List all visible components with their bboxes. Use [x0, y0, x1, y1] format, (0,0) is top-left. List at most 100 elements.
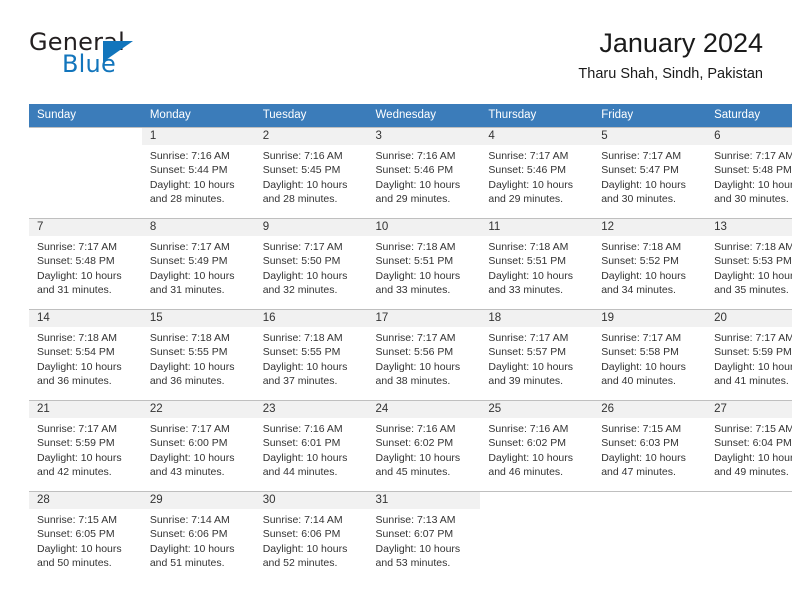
general-blue-logo[interactable]: General Blue	[29, 28, 249, 88]
calendar-day-cell[interactable]: 16 Sunrise: 7:18 AM Sunset: 5:55 PM Dayligh…	[254, 309, 368, 401]
sunset-text: Sunset: 5:46 PM	[488, 164, 567, 177]
sunrise-text: Sunrise: 7:18 AM	[375, 241, 456, 253]
day-number: 4	[480, 128, 594, 145]
weekday-header-row: Sunday Monday Tuesday Wednesday Thursday…	[29, 104, 792, 128]
sunset-text: Sunset: 5:58 PM	[601, 346, 679, 359]
calendar-day-cell[interactable]: 14 Sunrise: 7:18 AM Sunset: 5:54 PM Dayligh…	[29, 309, 142, 401]
daylight-text-line1: Daylight: 10 hours	[714, 451, 792, 464]
sunset-text: Sunset: 6:02 PM	[488, 437, 567, 450]
sunset-text: Sunset: 5:45 PM	[262, 164, 341, 177]
daylight-text-line2: and 33 minutes.	[488, 284, 564, 297]
daylight-text-line2: and 36 minutes.	[149, 375, 225, 388]
day-details: Sunrise: 7:13 AM Sunset: 6:07 PM Daylight:…	[368, 509, 481, 571]
daylight-text-line2: and 35 minutes.	[714, 284, 789, 297]
daylight-text-line1: Daylight: 10 hours	[149, 542, 235, 555]
calendar-day-cell[interactable]: 23 Sunrise: 7:16 AM Sunset: 6:01 PM Dayligh…	[254, 400, 368, 492]
calendar-day-cell[interactable]: 22 Sunrise: 7:17 AM Sunset: 6:00 PM Dayligh…	[141, 400, 255, 492]
page-subtitle: Tharu Shah, Sindh, Pakistan	[578, 66, 763, 82]
sunrise-text: Sunrise: 7:17 AM	[149, 423, 230, 435]
daylight-text-line2: and 46 minutes.	[488, 466, 564, 479]
sunrise-text: Sunrise: 7:16 AM	[262, 150, 343, 162]
calendar-day-cell[interactable]: 31 Sunrise: 7:13 AM Sunset: 6:07 PM Dayligh…	[367, 491, 481, 582]
sunrise-text: Sunrise: 7:14 AM	[262, 514, 343, 526]
daylight-text-line1: Daylight: 10 hours	[601, 451, 686, 464]
sunrise-text: Sunrise: 7:17 AM	[37, 241, 117, 253]
calendar-day-cell[interactable]: 10 Sunrise: 7:18 AM Sunset: 5:51 PM Dayligh…	[367, 218, 481, 310]
calendar-day-cell[interactable]: 30 Sunrise: 7:14 AM Sunset: 6:06 PM Dayligh…	[254, 491, 368, 582]
sunset-text: Sunset: 5:49 PM	[149, 255, 228, 268]
daylight-text-line2: and 40 minutes.	[601, 375, 676, 388]
calendar-week-row: 28 Sunrise: 7:15 AM Sunset: 6:05 PM Dayligh…	[29, 491, 792, 582]
calendar-day-cell[interactable]: 8 Sunrise: 7:17 AM Sunset: 5:49 PM Daylight…	[141, 218, 255, 310]
day-number: 25	[480, 401, 594, 418]
calendar-day-cell[interactable]: 27 Sunrise: 7:15 AM Sunset: 6:04 PM Dayligh…	[706, 400, 792, 492]
sunrise-text: Sunrise: 7:18 AM	[37, 332, 117, 344]
calendar-day-cell[interactable]: 20 Sunrise: 7:17 AM Sunset: 5:59 PM Dayligh…	[706, 309, 792, 401]
day-details: Sunrise: 7:17 AM Sunset: 5:57 PM Daylight:…	[480, 327, 593, 389]
calendar-day-cell[interactable]: 17 Sunrise: 7:17 AM Sunset: 5:56 PM Dayligh…	[367, 309, 481, 401]
calendar-day-cell[interactable]: 21 Sunrise: 7:17 AM Sunset: 5:59 PM Dayligh…	[29, 400, 142, 492]
day-details: Sunrise: 7:17 AM Sunset: 5:48 PM Daylight:…	[706, 145, 792, 207]
calendar-day-cell[interactable]: 24 Sunrise: 7:16 AM Sunset: 6:02 PM Dayligh…	[367, 400, 481, 492]
day-details: Sunrise: 7:17 AM Sunset: 6:00 PM Daylight:…	[142, 418, 255, 480]
calendar-day-cell[interactable]: 9 Sunrise: 7:17 AM Sunset: 5:50 PM Daylight…	[254, 218, 368, 310]
daylight-text-line2: and 37 minutes.	[262, 375, 338, 388]
calendar-day-cell[interactable]: 25 Sunrise: 7:16 AM Sunset: 6:02 PM Dayligh…	[480, 400, 594, 492]
daylight-text-line1: Daylight: 10 hours	[375, 360, 461, 373]
weekday-header-monday: Monday	[141, 104, 255, 128]
calendar-day-cell[interactable]: 5 Sunrise: 7:17 AM Sunset: 5:47 PM Daylight…	[593, 128, 707, 219]
sunset-text: Sunset: 5:54 PM	[37, 346, 115, 359]
calendar-day-cell[interactable]: 11 Sunrise: 7:18 AM Sunset: 5:51 PM Dayligh…	[480, 218, 594, 310]
calendar-day-cell[interactable]: 1 Sunrise: 7:16 AM Sunset: 5:44 PM Daylight…	[141, 128, 255, 219]
day-number: 6	[706, 128, 792, 145]
daylight-text-line2: and 50 minutes.	[37, 557, 112, 570]
daylight-text-line1: Daylight: 10 hours	[262, 269, 348, 282]
sunrise-text: Sunrise: 7:15 AM	[714, 423, 792, 435]
calendar-day-cell[interactable]: 26 Sunrise: 7:15 AM Sunset: 6:03 PM Dayligh…	[593, 400, 707, 492]
day-details: Sunrise: 7:16 AM Sunset: 5:44 PM Daylight:…	[142, 145, 255, 207]
day-number: 20	[706, 310, 792, 327]
sunset-text: Sunset: 5:47 PM	[601, 164, 679, 177]
daylight-text-line1: Daylight: 10 hours	[149, 178, 235, 191]
day-number: 24	[367, 401, 481, 418]
calendar-week-row: 14 Sunrise: 7:18 AM Sunset: 5:54 PM Dayligh…	[29, 309, 792, 401]
day-details: Sunrise: 7:14 AM Sunset: 6:06 PM Daylight:…	[255, 509, 368, 571]
calendar-day-cell[interactable]: 12 Sunrise: 7:18 AM Sunset: 5:52 PM Dayligh…	[593, 218, 707, 310]
day-details: Sunrise: 7:14 AM Sunset: 6:06 PM Daylight:…	[142, 509, 255, 571]
calendar-day-cell[interactable]: 4 Sunrise: 7:17 AM Sunset: 5:46 PM Daylight…	[480, 128, 594, 219]
sunrise-text: Sunrise: 7:18 AM	[601, 241, 682, 253]
calendar-day-cell[interactable]: 3 Sunrise: 7:16 AM Sunset: 5:46 PM Daylight…	[367, 128, 481, 219]
day-number: 9	[254, 219, 368, 236]
day-details: Sunrise: 7:16 AM Sunset: 6:01 PM Daylight:…	[255, 418, 368, 480]
daylight-text-line1: Daylight: 10 hours	[601, 360, 686, 373]
calendar-day-cell[interactable]: 15 Sunrise: 7:18 AM Sunset: 5:55 PM Dayligh…	[141, 309, 255, 401]
daylight-text-line1: Daylight: 10 hours	[488, 451, 574, 464]
daylight-text-line1: Daylight: 10 hours	[488, 360, 574, 373]
logo-text-blue: Blue	[62, 50, 116, 78]
day-details: Sunrise: 7:18 AM Sunset: 5:53 PM Daylight:…	[706, 236, 792, 298]
day-number: 22	[141, 401, 255, 418]
sunrise-text: Sunrise: 7:17 AM	[714, 150, 792, 162]
calendar-day-cell[interactable]: 2 Sunrise: 7:16 AM Sunset: 5:45 PM Daylight…	[254, 128, 368, 219]
calendar-day-cell[interactable]: 6 Sunrise: 7:17 AM Sunset: 5:48 PM Daylight…	[706, 128, 792, 219]
sunset-text: Sunset: 5:48 PM	[714, 164, 792, 177]
day-number: 26	[593, 401, 707, 418]
sunset-text: Sunset: 6:07 PM	[375, 528, 454, 541]
day-number: 30	[254, 492, 368, 509]
day-details: Sunrise: 7:16 AM Sunset: 5:46 PM Daylight:…	[368, 145, 481, 207]
sunset-text: Sunset: 6:02 PM	[375, 437, 454, 450]
sunset-text: Sunset: 5:44 PM	[149, 164, 228, 177]
daylight-text-line1: Daylight: 10 hours	[601, 269, 686, 282]
calendar-day-cell[interactable]: 7 Sunrise: 7:17 AM Sunset: 5:48 PM Daylight…	[29, 218, 142, 310]
sunset-text: Sunset: 5:57 PM	[488, 346, 567, 359]
page-header: General Blue January 2024 Tharu Shah, Si…	[29, 28, 763, 94]
sunset-text: Sunset: 6:00 PM	[149, 437, 228, 450]
calendar-day-cell[interactable]: 29 Sunrise: 7:14 AM Sunset: 6:06 PM Dayligh…	[141, 491, 255, 582]
daylight-text-line1: Daylight: 10 hours	[149, 269, 235, 282]
calendar-day-cell[interactable]: 13 Sunrise: 7:18 AM Sunset: 5:53 PM Dayligh…	[706, 218, 792, 310]
calendar-day-cell[interactable]: 19 Sunrise: 7:17 AM Sunset: 5:58 PM Dayligh…	[593, 309, 707, 401]
day-details: Sunrise: 7:15 AM Sunset: 6:03 PM Daylight:…	[593, 418, 706, 480]
calendar-day-cell[interactable]: 18 Sunrise: 7:17 AM Sunset: 5:57 PM Dayligh…	[480, 309, 594, 401]
sunset-text: Sunset: 5:55 PM	[262, 346, 341, 359]
calendar-day-cell[interactable]: 28 Sunrise: 7:15 AM Sunset: 6:05 PM Dayligh…	[29, 491, 142, 582]
